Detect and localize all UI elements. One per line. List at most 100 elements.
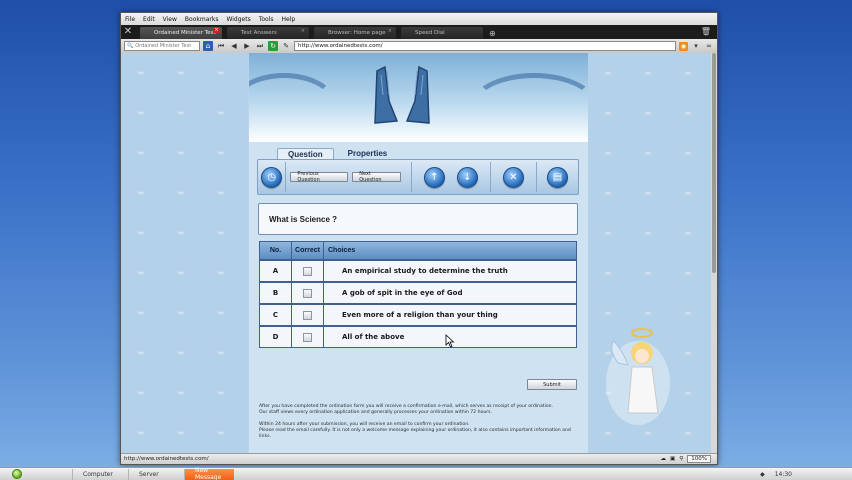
clock: 14:30 (774, 470, 792, 478)
taskbar-item-server[interactable]: Server (128, 468, 178, 480)
praying-hands-icon (374, 65, 430, 124)
info-line: Within 24 hours after your submission, y… (259, 422, 470, 427)
print-slot: ▤ (537, 166, 578, 188)
edit-icon[interactable]: ✎ (281, 41, 291, 51)
scrollbar-thumb[interactable] (712, 53, 716, 273)
choice-text: A gob of spit in the eye of God (342, 289, 463, 297)
move-down-icon[interactable]: ↓ (456, 166, 478, 188)
tab-bar: ✕ Ordained Minister Test × Test Answers … (121, 25, 717, 39)
choice-letter: D (260, 327, 292, 347)
add-tab-icon[interactable]: ⊕ (489, 29, 496, 38)
print-icon[interactable]: ▤ (546, 166, 568, 188)
info-line: After you have completed the ordination … (259, 404, 554, 409)
choices-table: No. Correct Choices A An empirical study… (259, 241, 577, 348)
search-icon: 🔍 (127, 43, 134, 49)
menu-widgets[interactable]: Widgets (226, 16, 250, 23)
delete-slot: ✕ (491, 166, 536, 188)
info-paragraph: After you have completed the ordination … (259, 404, 584, 416)
browser-window: File Edit View Bookmarks Widgets Tools H… (120, 12, 718, 465)
move-buttons: ↑ ↓ (412, 166, 478, 188)
correct-cell (292, 261, 324, 281)
menu-edit[interactable]: Edit (143, 16, 155, 23)
header-banner (249, 53, 588, 142)
header-choices: Choices (328, 247, 356, 254)
close-tab-icon[interactable]: × (388, 28, 392, 34)
header-no: No. (260, 242, 292, 259)
tab-speed-dial[interactable]: Speed Dial (401, 27, 483, 39)
tray: ◆ 14:30 (760, 471, 792, 478)
browser-logo-icon: ✕ (123, 26, 133, 37)
table-row: C Even more of a religion than your thin… (260, 303, 576, 325)
correct-checkbox[interactable] (303, 310, 312, 320)
page-viewport: Question Properties ◷ Previous Question … (121, 53, 717, 453)
view-icon[interactable]: ⚲ (679, 456, 683, 462)
home-icon[interactable]: ⌂ (203, 41, 213, 51)
info-text: After you have completed the ordination … (259, 404, 584, 446)
tab-test-answers[interactable]: Test Answers × (227, 27, 309, 39)
status-controls: ☁ ▣ ⚲ 100% (661, 455, 717, 463)
tab-label: Speed Dial (415, 30, 445, 36)
main-content: Question Properties ◷ Previous Question … (249, 53, 588, 453)
move-up-icon[interactable]: ↑ (423, 166, 445, 188)
background-pattern-left (121, 53, 248, 453)
correct-checkbox[interactable] (303, 332, 312, 342)
choice-letter: C (260, 305, 292, 325)
network-icon[interactable]: ☁ (661, 456, 667, 462)
status-url: http://www.ordainedtests.com/ (124, 456, 209, 462)
delete-icon[interactable]: ✕ (502, 166, 524, 188)
timer-icon[interactable]: ◷ (261, 166, 283, 188)
tray-arrow-icon[interactable]: ◆ (760, 471, 765, 478)
dropdown-icon[interactable]: ▾ (691, 41, 701, 51)
table-header: No. Correct Choices (260, 242, 576, 259)
menu-file[interactable]: File (125, 16, 135, 23)
fast-forward-icon[interactable]: ⏭ (255, 41, 265, 51)
status-bar: http://www.ordainedtests.com/ ☁ ▣ ⚲ 100% (121, 453, 717, 464)
correct-checkbox[interactable] (303, 288, 312, 298)
page-scrollbar[interactable] (711, 53, 717, 453)
mouse-cursor-icon (445, 334, 455, 348)
correct-cell (292, 283, 324, 303)
next-question-button[interactable]: Next Question (352, 171, 401, 183)
correct-checkbox[interactable] (303, 266, 312, 276)
menu-bar: File Edit View Bookmarks Widgets Tools H… (121, 13, 717, 25)
close-tab-icon[interactable]: × (301, 28, 305, 34)
url-field[interactable]: http://www.ordainedtests.com/ (294, 41, 676, 51)
submit-button[interactable]: Submit (527, 379, 577, 390)
angel-icon (606, 328, 670, 425)
rewind-icon[interactable]: ⏮ (216, 41, 226, 51)
menu-help[interactable]: Help (282, 16, 296, 23)
question-toolbar: ◷ Previous Question Next Question ↑ ↓ ✕ (257, 159, 579, 195)
taskbar-item-new-message[interactable]: New Message (184, 467, 234, 480)
menu-bookmarks[interactable]: Bookmarks (185, 16, 219, 23)
back-icon[interactable]: ◀ (229, 41, 239, 51)
url-text: http://www.ordainedtests.com/ (298, 43, 383, 49)
table-row: A An empirical study to determine the tr… (260, 259, 576, 281)
taskbar: Computer Server New Message ◆ 14:30 (0, 467, 852, 480)
forward-icon[interactable]: ▶ (242, 41, 252, 51)
tab-label: Browser: Home page (328, 30, 386, 36)
image-toggle-icon[interactable]: ▣ (670, 456, 675, 462)
correct-cell (292, 327, 324, 347)
search-placeholder: Ordained Minister Test (135, 43, 192, 49)
zoom-level[interactable]: 100% (687, 455, 711, 463)
search-input[interactable]: 🔍 Ordained Minister Test (124, 41, 200, 51)
correct-cell (292, 305, 324, 325)
tab-ordained-test[interactable]: Ordained Minister Test × (140, 27, 222, 39)
choice-text: An empirical study to determine the trut… (342, 267, 508, 275)
menu-tools[interactable]: Tools (259, 16, 274, 23)
previous-question-button[interactable]: Previous Question (290, 171, 349, 183)
trash-icon[interactable]: 🗑 (701, 27, 711, 36)
tab-label: Ordained Minister Test (154, 30, 216, 36)
close-tab-icon[interactable]: × (213, 27, 220, 33)
wave-decoration (469, 73, 588, 142)
info-line: Our staff views every ordination applica… (259, 410, 492, 415)
table-row: D All of the above (260, 325, 576, 347)
taskbar-item-computer[interactable]: Computer (72, 468, 122, 480)
binoculars-icon[interactable]: ∞ (704, 41, 714, 51)
start-icon[interactable] (12, 469, 22, 479)
reload-icon[interactable]: ↻ (268, 41, 278, 51)
rss-icon[interactable]: ◉ (679, 41, 688, 51)
tab-home-page[interactable]: Browser: Home page × (314, 27, 396, 39)
menu-view[interactable]: View (163, 16, 177, 23)
header-correct: Correct (292, 242, 324, 259)
